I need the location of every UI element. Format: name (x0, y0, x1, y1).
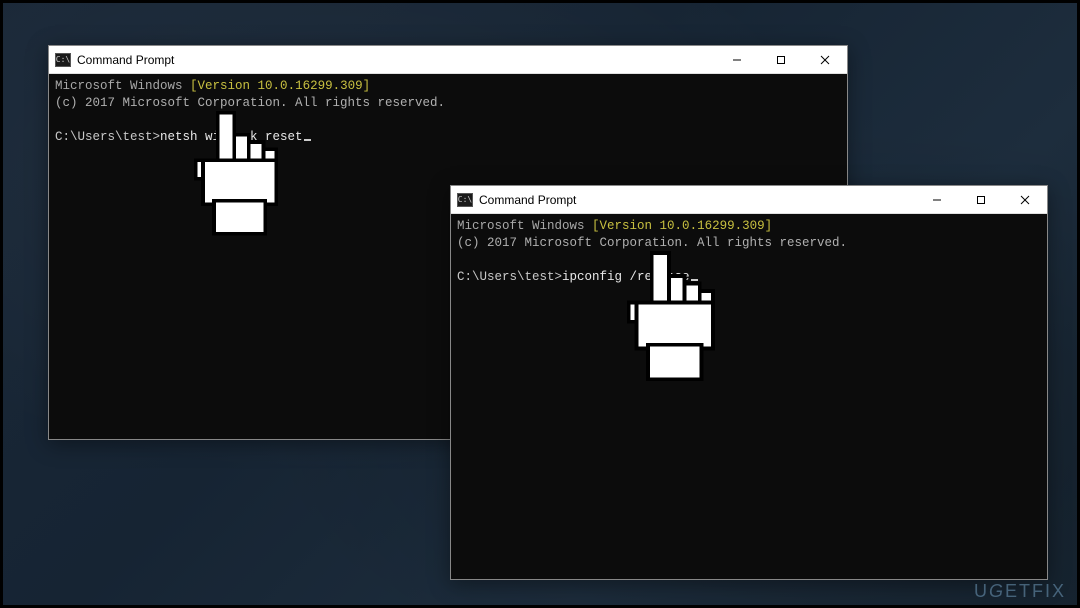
copyright-line: (c) 2017 Microsoft Corporation. All righ… (55, 96, 445, 110)
copyright-line: (c) 2017 Microsoft Corporation. All righ… (457, 236, 847, 250)
window-controls (915, 186, 1047, 213)
maximize-button[interactable] (759, 46, 803, 73)
close-button[interactable] (803, 46, 847, 73)
window-controls (715, 46, 847, 73)
watermark: UGETFIX (974, 581, 1066, 602)
prompt-path: C:\Users\test> (55, 130, 160, 144)
version-number: [Version 10.0.16299.309] (190, 79, 370, 93)
titlebar[interactable]: C:\ Command Prompt (49, 46, 847, 74)
typed-command: ipconfig /release (562, 270, 690, 284)
cursor-icon (304, 139, 311, 141)
cmd-icon: C:\ (55, 53, 71, 67)
cmd-icon: C:\ (457, 193, 473, 207)
close-button[interactable] (1003, 186, 1047, 213)
minimize-button[interactable] (915, 186, 959, 213)
cursor-icon (691, 279, 698, 281)
window-title: Command Prompt (479, 193, 915, 207)
window-title: Command Prompt (77, 53, 715, 67)
terminal-output[interactable]: Microsoft Windows [Version 10.0.16299.30… (451, 214, 1047, 579)
minimize-button[interactable] (715, 46, 759, 73)
command-prompt-window-2: C:\ Command Prompt Microsoft Windows [Ve… (450, 185, 1048, 580)
maximize-button[interactable] (959, 186, 1003, 213)
version-prefix: Microsoft Windows (55, 79, 183, 93)
version-prefix: Microsoft Windows (457, 219, 585, 233)
titlebar[interactable]: C:\ Command Prompt (451, 186, 1047, 214)
version-number: [Version 10.0.16299.309] (592, 219, 772, 233)
typed-command: netsh winsock reset (160, 130, 303, 144)
prompt-path: C:\Users\test> (457, 270, 562, 284)
